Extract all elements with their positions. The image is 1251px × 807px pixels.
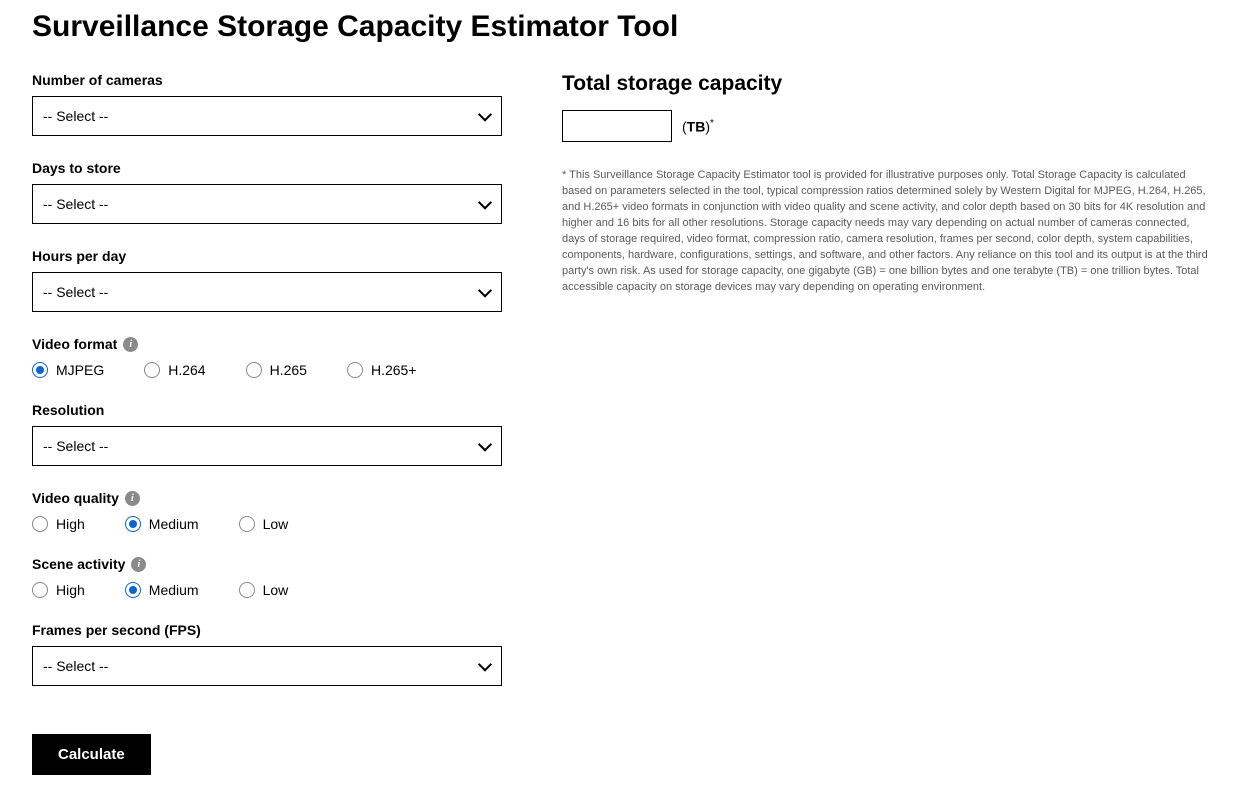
scene-activity-medium[interactable]: Medium (125, 582, 199, 598)
info-icon[interactable]: i (125, 491, 140, 506)
video-format-mjpeg[interactable]: MJPEG (32, 362, 104, 378)
num-cameras-select[interactable]: -- Select -- (32, 96, 502, 136)
page-title: Surveillance Storage Capacity Estimator … (32, 10, 1219, 44)
fps-select[interactable]: -- Select -- (32, 646, 502, 686)
scene-activity-low[interactable]: Low (239, 582, 289, 598)
info-icon[interactable]: i (123, 337, 138, 352)
num-cameras-label: Number of cameras (32, 72, 502, 88)
video-quality-low[interactable]: Low (239, 516, 289, 532)
hours-day-select[interactable]: -- Select -- (32, 272, 502, 312)
scene-activity-high[interactable]: High (32, 582, 85, 598)
scene-activity-radio-group: High Medium Low (32, 582, 502, 598)
result-title: Total storage capacity (562, 72, 1212, 96)
video-quality-medium[interactable]: Medium (125, 516, 199, 532)
video-format-label: Video format (32, 336, 117, 352)
video-quality-radio-group: High Medium Low (32, 516, 502, 532)
calculate-button[interactable]: Calculate (32, 734, 151, 775)
video-quality-label: Video quality (32, 490, 119, 506)
video-format-h265plus[interactable]: H.265+ (347, 362, 417, 378)
disclaimer-text: * This Surveillance Storage Capacity Est… (562, 168, 1212, 296)
result-unit: (TB)* (682, 118, 714, 135)
video-format-h264[interactable]: H.264 (144, 362, 205, 378)
result-value-box (562, 110, 672, 142)
resolution-select[interactable]: -- Select -- (32, 426, 502, 466)
days-store-select[interactable]: -- Select -- (32, 184, 502, 224)
video-format-h265[interactable]: H.265 (246, 362, 307, 378)
hours-day-label: Hours per day (32, 248, 502, 264)
video-format-radio-group: MJPEG H.264 H.265 H.265+ (32, 362, 502, 378)
days-store-label: Days to store (32, 160, 502, 176)
resolution-label: Resolution (32, 402, 502, 418)
video-quality-high[interactable]: High (32, 516, 85, 532)
info-icon[interactable]: i (131, 557, 146, 572)
scene-activity-label: Scene activity (32, 556, 125, 572)
fps-label: Frames per second (FPS) (32, 622, 502, 638)
